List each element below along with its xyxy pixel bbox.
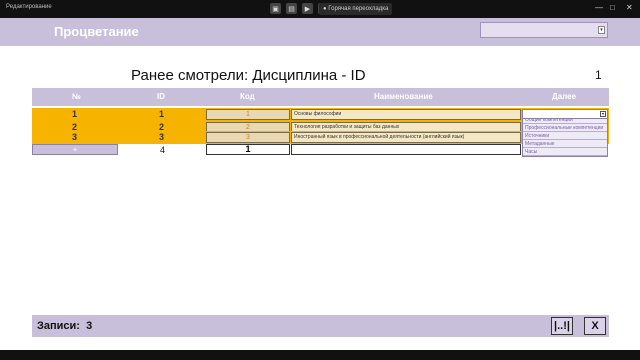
- column-header-next: Далее: [552, 92, 577, 101]
- column-header-id: ID: [157, 92, 165, 101]
- records-counter: Записи: 3: [37, 320, 92, 332]
- menu-item-hours[interactable]: Часы: [523, 148, 607, 156]
- add-row-button[interactable]: +: [32, 144, 118, 155]
- media-icon[interactable]: ▶: [302, 3, 313, 14]
- window-title: Редактирование: [6, 4, 52, 10]
- row-name-field[interactable]: Основы философии: [291, 109, 521, 120]
- close-button[interactable]: X: [584, 317, 606, 335]
- table-header: № ID Код Наименование Далее: [32, 88, 609, 106]
- row-code-field[interactable]: 3: [206, 132, 290, 143]
- new-row-code-field[interactable]: 1: [206, 144, 290, 155]
- row-num: 3: [72, 132, 78, 142]
- chevron-down-icon[interactable]: ▾: [598, 26, 605, 34]
- export-button[interactable]: |..!|: [551, 317, 573, 335]
- column-header-name: Наименование: [374, 92, 433, 101]
- row-code-field[interactable]: 1: [206, 109, 290, 120]
- column-header-num: №: [72, 92, 81, 101]
- chevron-down-icon[interactable]: ▾: [600, 111, 606, 117]
- column-header-code: Код: [240, 92, 255, 101]
- next-dropdown-menu[interactable]: ▾ Общие компетенции Профессиональные ком…: [522, 109, 608, 157]
- app-icon[interactable]: ▣: [270, 3, 281, 14]
- bottom-bar: [0, 350, 640, 360]
- taskbar-tab[interactable]: ● Горячая переохладка: [319, 3, 393, 15]
- window-titlebar: Редактирование ▣ ▤ ▶ ◫ ● Горячая переохл…: [0, 0, 640, 18]
- page-number: 1: [595, 68, 602, 82]
- page-title: Ранее смотрели: Дисциплина - ID: [131, 67, 366, 84]
- brand-title: Процветание: [54, 24, 139, 39]
- row-id: 3: [159, 132, 165, 142]
- new-row-id: 4: [160, 145, 166, 155]
- records-label: Записи:: [37, 320, 80, 332]
- next-dropdown-selected[interactable]: ▾: [523, 110, 607, 119]
- row-id: 1: [159, 109, 165, 119]
- header-dropdown[interactable]: ▾: [480, 22, 608, 38]
- minimize-icon[interactable]: —: [595, 3, 603, 12]
- maximize-icon[interactable]: □: [610, 3, 615, 12]
- menu-item-professional-competencies[interactable]: Профессиональные компетенции: [523, 124, 607, 132]
- folder-icon[interactable]: ▤: [286, 3, 297, 14]
- close-window-icon[interactable]: ✕: [626, 3, 633, 12]
- records-count: 3: [86, 320, 93, 332]
- new-row-name-field[interactable]: [291, 144, 521, 155]
- menu-item-metadata[interactable]: Метаданные: [523, 140, 607, 148]
- footer-bar: Записи: 3 |..!| X: [32, 315, 609, 337]
- menu-item-sources[interactable]: Источники: [523, 132, 607, 140]
- row-name-field[interactable]: Иностранный язык в профессиональной деят…: [291, 132, 521, 143]
- app-header: Процветание ▾: [0, 18, 640, 46]
- row-num: 1: [72, 109, 78, 119]
- taskbar-tab-label: Горячая переохладка: [328, 6, 389, 12]
